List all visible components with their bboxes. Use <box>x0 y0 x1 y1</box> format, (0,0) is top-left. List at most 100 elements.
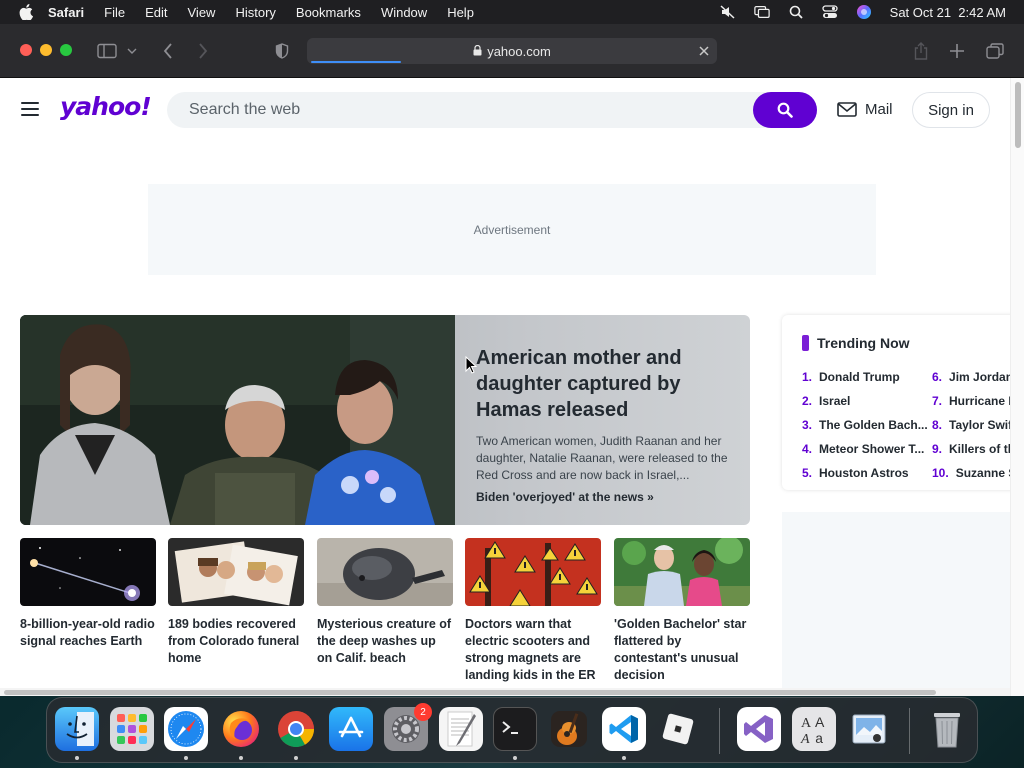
story-card-image[interactable] <box>168 538 304 606</box>
app-store-icon[interactable] <box>329 707 373 751</box>
svg-text:a: a <box>815 732 823 747</box>
spotlight-search-icon[interactable] <box>788 4 804 20</box>
story-card-golden-bachelor[interactable]: 'Golden Bachelor' star flattered by cont… <box>614 538 750 684</box>
firefox-icon[interactable] <box>219 707 263 751</box>
terminal-icon[interactable] <box>493 707 537 751</box>
story-card-deep-sea-creature[interactable]: Mysterious creature of the deep washes u… <box>317 538 453 667</box>
apple-menu-icon[interactable] <box>18 4 34 20</box>
sidebar-ad-placeholder <box>782 512 1010 696</box>
menu-help[interactable]: Help <box>447 5 474 20</box>
dock-separator <box>719 708 720 754</box>
font-book-icon[interactable]: AAAa <box>792 707 836 751</box>
menu-history[interactable]: History <box>235 5 275 20</box>
forward-arrow-icon[interactable] <box>193 41 213 61</box>
zoom-window-button[interactable] <box>60 44 72 56</box>
mute-icon[interactable] <box>720 4 736 20</box>
screen-mirroring-icon[interactable] <box>753 4 770 20</box>
page-load-progress <box>311 61 401 63</box>
menu-bookmarks[interactable]: Bookmarks <box>296 5 361 20</box>
safari-window: yahoo.com yahoo! Mail <box>0 24 1024 696</box>
vertical-scrollbar-thumb[interactable] <box>1015 82 1021 148</box>
visual-studio-icon[interactable] <box>737 707 781 751</box>
mail-envelope-icon <box>837 102 857 117</box>
trending-item[interactable]: 9. Killers of th <box>932 437 1010 461</box>
textedit-icon[interactable] <box>439 707 483 751</box>
trending-item[interactable]: 2. Israel <box>802 389 928 413</box>
trending-item[interactable]: 4. Meteor Shower T... <box>802 437 928 461</box>
story-card-radio-signal[interactable]: 8-billion-year-old radio signal reaches … <box>20 538 156 650</box>
sidebar-toggle-icon[interactable] <box>97 41 117 61</box>
sign-in-button[interactable]: Sign in <box>912 92 990 128</box>
hero-story[interactable]: American mother and daughter captured by… <box>20 315 750 525</box>
vertical-scrollbar[interactable] <box>1010 78 1024 696</box>
trending-item[interactable]: 10.Suzanne S <box>932 461 1010 485</box>
story-cards: 8-billion-year-old radio signal reaches … <box>20 538 750 688</box>
story-card-caption[interactable]: Mysterious creature of the deep washes u… <box>317 616 453 667</box>
search-box <box>167 92 817 128</box>
menu-edit[interactable]: Edit <box>145 5 167 20</box>
new-tab-plus-icon[interactable] <box>947 41 967 61</box>
menubar-datetime[interactable]: Sat Oct 21 2:42 AM <box>890 5 1006 20</box>
close-window-button[interactable] <box>20 44 32 56</box>
trending-item[interactable]: 8. Taylor Swift <box>932 413 1010 437</box>
back-arrow-icon[interactable] <box>158 41 178 61</box>
menu-view[interactable]: View <box>188 5 216 20</box>
trending-item[interactable]: 6. Jim Jordan <box>932 365 1010 389</box>
search-button[interactable] <box>753 92 817 128</box>
mouse-pointer-icon <box>465 356 477 374</box>
menu-file[interactable]: File <box>104 5 125 20</box>
hero-story-title[interactable]: American mother and daughter captured by… <box>476 345 731 423</box>
mail-link[interactable]: Mail <box>837 101 893 118</box>
chrome-icon[interactable] <box>274 707 318 751</box>
svg-text:A: A <box>800 732 810 747</box>
yahoo-logo[interactable]: yahoo! <box>60 92 152 121</box>
story-card-image[interactable] <box>614 538 750 606</box>
stop-loading-close-icon[interactable] <box>697 44 711 58</box>
control-center-icon[interactable] <box>822 4 838 20</box>
trending-item[interactable]: 7.Hurricane N <box>932 389 1010 413</box>
horizontal-scrollbar[interactable] <box>0 688 1010 696</box>
safari-icon[interactable] <box>164 707 208 751</box>
hero-story-description: Two American women, Judith Raanan and he… <box>476 434 728 482</box>
vscode-icon[interactable] <box>602 707 646 751</box>
trending-item[interactable]: 3. The Golden Bach... <box>802 413 928 437</box>
address-bar[interactable]: yahoo.com <box>307 38 717 64</box>
trending-item[interactable]: 5. Houston Astros <box>802 461 928 485</box>
dock-separator <box>909 708 910 754</box>
advertisement-banner[interactable]: Advertisement <box>148 184 876 275</box>
menu-window[interactable]: Window <box>381 5 427 20</box>
siri-icon[interactable] <box>856 4 872 20</box>
system-settings-icon[interactable]: 2 <box>384 703 432 751</box>
story-card-caption[interactable]: 189 bodies recovered from Colorado funer… <box>168 616 304 667</box>
yahoo-homepage: yahoo! Mail Sign in Advertisement <box>0 78 1010 696</box>
trending-item[interactable]: 1. Donald Trump <box>802 365 928 389</box>
story-card-caption[interactable]: 'Golden Bachelor' star flattered by cont… <box>614 616 750 684</box>
story-card-caption[interactable]: Doctors warn that electric scooters and … <box>465 616 601 684</box>
launchpad-icon[interactable] <box>110 707 154 751</box>
hero-related-link[interactable]: Biden 'overjoyed' at the news » <box>476 490 731 504</box>
search-input[interactable] <box>189 92 749 128</box>
trending-column-left: 1. Donald Trump 2. Israel 3. The Golden Bac… <box>802 365 928 485</box>
story-card-image[interactable] <box>465 538 601 606</box>
hamburger-menu-icon[interactable] <box>21 102 39 116</box>
macos-menu-bar: Safari File Edit View History Bookmarks … <box>0 0 1024 24</box>
roblox-icon[interactable] <box>656 707 700 751</box>
trending-accent-bar <box>802 335 809 351</box>
tab-overview-icon[interactable] <box>985 41 1005 61</box>
preview-icon[interactable] <box>847 707 891 751</box>
lock-icon <box>473 44 482 59</box>
share-icon[interactable] <box>911 41 931 61</box>
hero-story-image[interactable] <box>20 315 455 525</box>
story-card-image[interactable] <box>20 538 156 606</box>
tab-group-chevron-down-icon[interactable] <box>126 41 138 61</box>
menu-app-safari[interactable]: Safari <box>48 5 84 20</box>
story-card-image[interactable] <box>317 538 453 606</box>
minimize-window-button[interactable] <box>40 44 52 56</box>
garageband-icon[interactable] <box>547 707 591 751</box>
privacy-shield-icon[interactable] <box>272 41 292 61</box>
story-card-colorado-funeral-home[interactable]: 189 bodies recovered from Colorado funer… <box>168 538 304 667</box>
trash-icon[interactable] <box>925 707 969 751</box>
finder-icon[interactable] <box>55 707 99 751</box>
story-card-electric-scooters[interactable]: Doctors warn that electric scooters and … <box>465 538 601 684</box>
story-card-caption[interactable]: 8-billion-year-old radio signal reaches … <box>20 616 156 650</box>
